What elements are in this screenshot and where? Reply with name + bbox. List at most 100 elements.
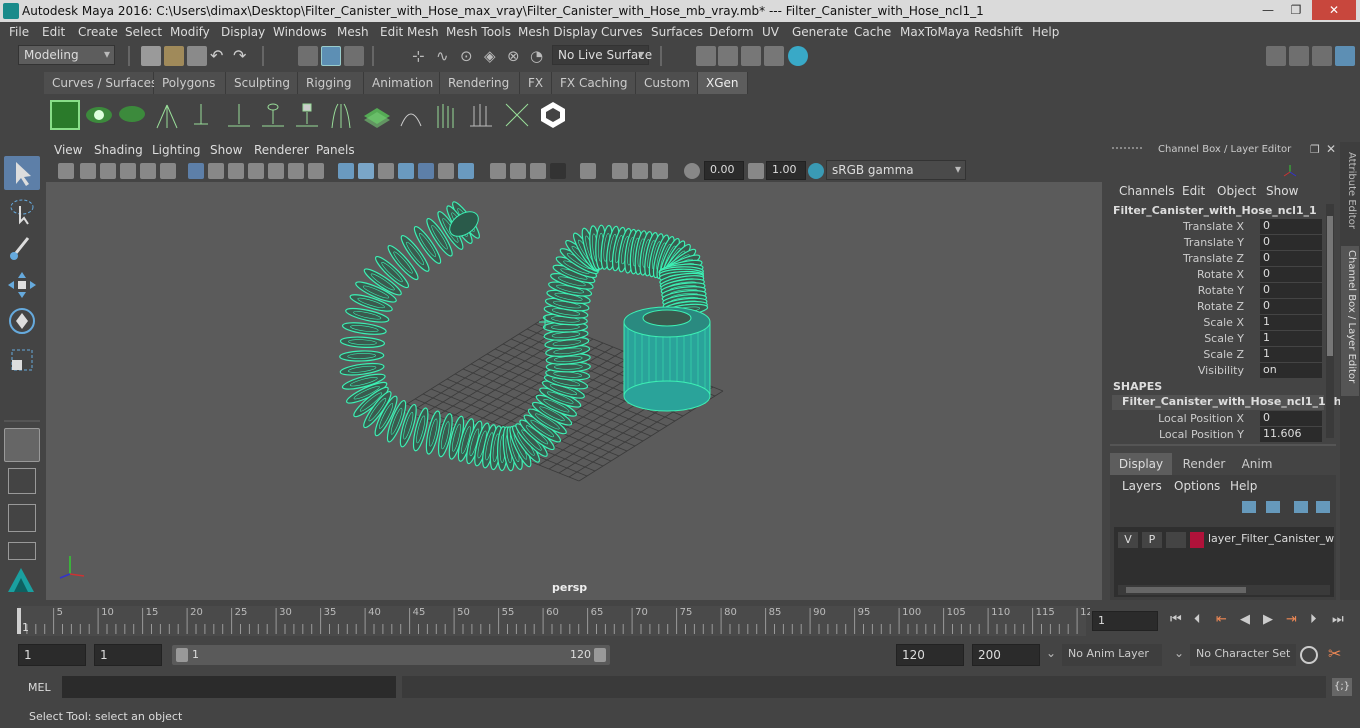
channel-attribute-value[interactable]: 0 [1260, 283, 1322, 298]
grid-toggle-icon[interactable] [188, 163, 204, 179]
menu-windows[interactable]: Windows [273, 25, 327, 39]
channel-attribute-row[interactable]: Scale X 1 [1104, 315, 1324, 331]
xray-icon[interactable] [458, 163, 474, 179]
step-back-frame-icon[interactable]: ⏴ [1194, 612, 1201, 627]
xgen-hide-icon[interactable] [118, 100, 148, 130]
backface-culling-icon[interactable] [652, 163, 668, 179]
layer-name[interactable]: layer_Filter_Canister_with [1208, 532, 1334, 545]
anim-layer-field[interactable]: No Anim Layer [1062, 644, 1162, 666]
outliner-layout-icon[interactable] [8, 504, 36, 532]
animation-end-field[interactable]: 200 [972, 644, 1040, 666]
layer-options-menu[interactable]: Options [1174, 479, 1220, 493]
render-settings-icon[interactable] [764, 46, 784, 66]
channel-attribute-value[interactable]: 0 [1260, 235, 1322, 250]
layer-color-swatch[interactable] [1190, 532, 1204, 548]
menu-create[interactable]: Create [78, 25, 118, 39]
shelf-tab-fx[interactable]: FX [520, 72, 552, 94]
layer-tab-display[interactable]: Display [1110, 453, 1172, 475]
menu-select[interactable]: Select [125, 25, 162, 39]
mel-label[interactable]: MEL [28, 681, 51, 694]
image-plane-icon[interactable] [120, 163, 136, 179]
color-management-icon[interactable] [808, 163, 824, 179]
play-forwards-icon[interactable]: ▶ [1263, 612, 1273, 627]
gamma-field[interactable]: 1.00 [766, 161, 806, 180]
wireframe-on-shaded-icon[interactable] [378, 163, 394, 179]
menu-mesh-display[interactable]: Mesh Display [518, 25, 598, 39]
ipr-render-icon[interactable] [741, 46, 761, 66]
maximize-button[interactable]: ❐ [1282, 0, 1310, 20]
layer-reference-toggle[interactable] [1166, 532, 1186, 548]
safe-action-icon[interactable] [288, 163, 304, 179]
paint-select-tool-icon[interactable] [4, 230, 40, 264]
graph-layout-icon[interactable] [8, 542, 36, 560]
float-panel-icon[interactable]: ❐ [1310, 143, 1320, 156]
menu-redshift[interactable]: Redshift [974, 25, 1023, 39]
xgen-guide-bend-icon[interactable] [326, 100, 356, 130]
step-forward-key-icon[interactable]: ⇥ [1286, 612, 1297, 627]
motion-blur-icon[interactable] [510, 163, 526, 179]
four-view-layout-icon[interactable] [8, 468, 36, 494]
redo-icon[interactable]: ↷ [233, 46, 253, 66]
xgen-comb-icon[interactable] [466, 100, 496, 130]
channel-attribute-row[interactable]: Rotate Z 0 [1104, 299, 1324, 315]
select-by-hierarchy-icon[interactable] [298, 46, 318, 66]
layer-tab-anim[interactable]: Anim [1232, 453, 1282, 475]
xgen-preview-eye-icon[interactable] [84, 100, 114, 130]
snap-view-plane-icon[interactable]: ◈ [484, 46, 504, 66]
safe-title-icon[interactable] [308, 163, 324, 179]
move-layer-up-icon[interactable] [1242, 501, 1256, 513]
shape-attribute-row[interactable]: Local Position X 0 [1104, 411, 1324, 427]
character-set-field[interactable]: No Character Set [1190, 644, 1296, 666]
xgen-groom-icon[interactable] [432, 100, 462, 130]
shelf-tab-curves-surfaces[interactable]: Curves / Surfaces [44, 72, 157, 94]
layer-playback-toggle[interactable]: P [1142, 532, 1162, 548]
channel-attribute-value[interactable]: 0 [1260, 219, 1322, 234]
channel-attribute-value[interactable]: on [1260, 363, 1322, 378]
snap-grid-icon[interactable]: ⊹ [412, 46, 432, 66]
current-frame-field[interactable]: 1 [1092, 611, 1158, 631]
xgen-guide-sculpt-icon[interactable] [224, 100, 254, 130]
anim-layer-dropdown-arrow[interactable]: ⌄ [1046, 646, 1056, 660]
select-tool-icon[interactable] [4, 156, 40, 190]
gate-mask-icon[interactable] [248, 163, 264, 179]
textured-icon[interactable] [398, 163, 414, 179]
new-scene-icon[interactable] [141, 46, 161, 66]
color-space-dropdown[interactable]: sRGB gamma [826, 160, 966, 180]
menu-generate[interactable]: Generate [792, 25, 848, 39]
channel-box-tab[interactable]: Channel Box / Layer Editor [1341, 246, 1359, 396]
snap-surface-icon[interactable]: ◔ [530, 46, 550, 66]
single-perspective-layout-icon[interactable] [4, 428, 40, 462]
xray-joints-icon[interactable] [612, 163, 628, 179]
bookmark-icon[interactable] [100, 163, 116, 179]
shadows-icon[interactable] [438, 163, 454, 179]
menu-curves[interactable]: Curves [601, 25, 643, 39]
new-layer-selected-icon[interactable] [1316, 501, 1330, 513]
menu-mesh[interactable]: Mesh [337, 25, 369, 39]
shape-attribute-row[interactable]: Local Position Y 11.606 [1104, 427, 1324, 443]
range-slider-bar[interactable]: 1 120 [172, 645, 610, 665]
shelf-tab-fx-caching[interactable]: FX Caching [552, 72, 636, 94]
channel-attribute-value[interactable]: 0 [1260, 267, 1322, 282]
range-end-handle[interactable] [594, 648, 606, 662]
redshift-logo-icon[interactable] [538, 100, 568, 130]
channel-attribute-row[interactable]: Translate Z 0 [1104, 251, 1324, 267]
menu-help[interactable]: Help [1032, 25, 1059, 39]
menu-surfaces[interactable]: Surfaces [651, 25, 703, 39]
time-slider-ruler[interactable]: 5 10 15 20 25 30 35 40 45 50 55 60 65 70 75 80 85 90 95 100… [0, 602, 1090, 638]
menu-display[interactable]: Display [221, 25, 265, 39]
exposure-field[interactable]: 0.00 [704, 161, 744, 180]
channel-attribute-value[interactable]: 0 [1260, 299, 1322, 314]
shape-name-row[interactable]: Filter_Canister_with_Hose_ncl1_1Sha... [1112, 395, 1360, 410]
channel-attribute-row[interactable]: Translate X 0 [1104, 219, 1324, 235]
close-panel-icon[interactable]: ✕ [1326, 142, 1336, 156]
layers-menu[interactable]: Layers [1122, 479, 1162, 493]
close-button[interactable]: ✕ [1312, 0, 1356, 20]
go-to-end-icon[interactable]: ⏭ [1332, 612, 1344, 627]
viewport-menu-view[interactable]: View [54, 143, 82, 157]
rotate-tool-icon[interactable] [4, 304, 40, 338]
live-surface-field[interactable]: No Live Surface [552, 45, 652, 65]
field-chart-icon[interactable] [268, 163, 284, 179]
exposure-icon[interactable] [684, 163, 700, 179]
auto-key-icon[interactable] [1300, 646, 1318, 664]
anti-aliasing-icon[interactable] [530, 163, 546, 179]
